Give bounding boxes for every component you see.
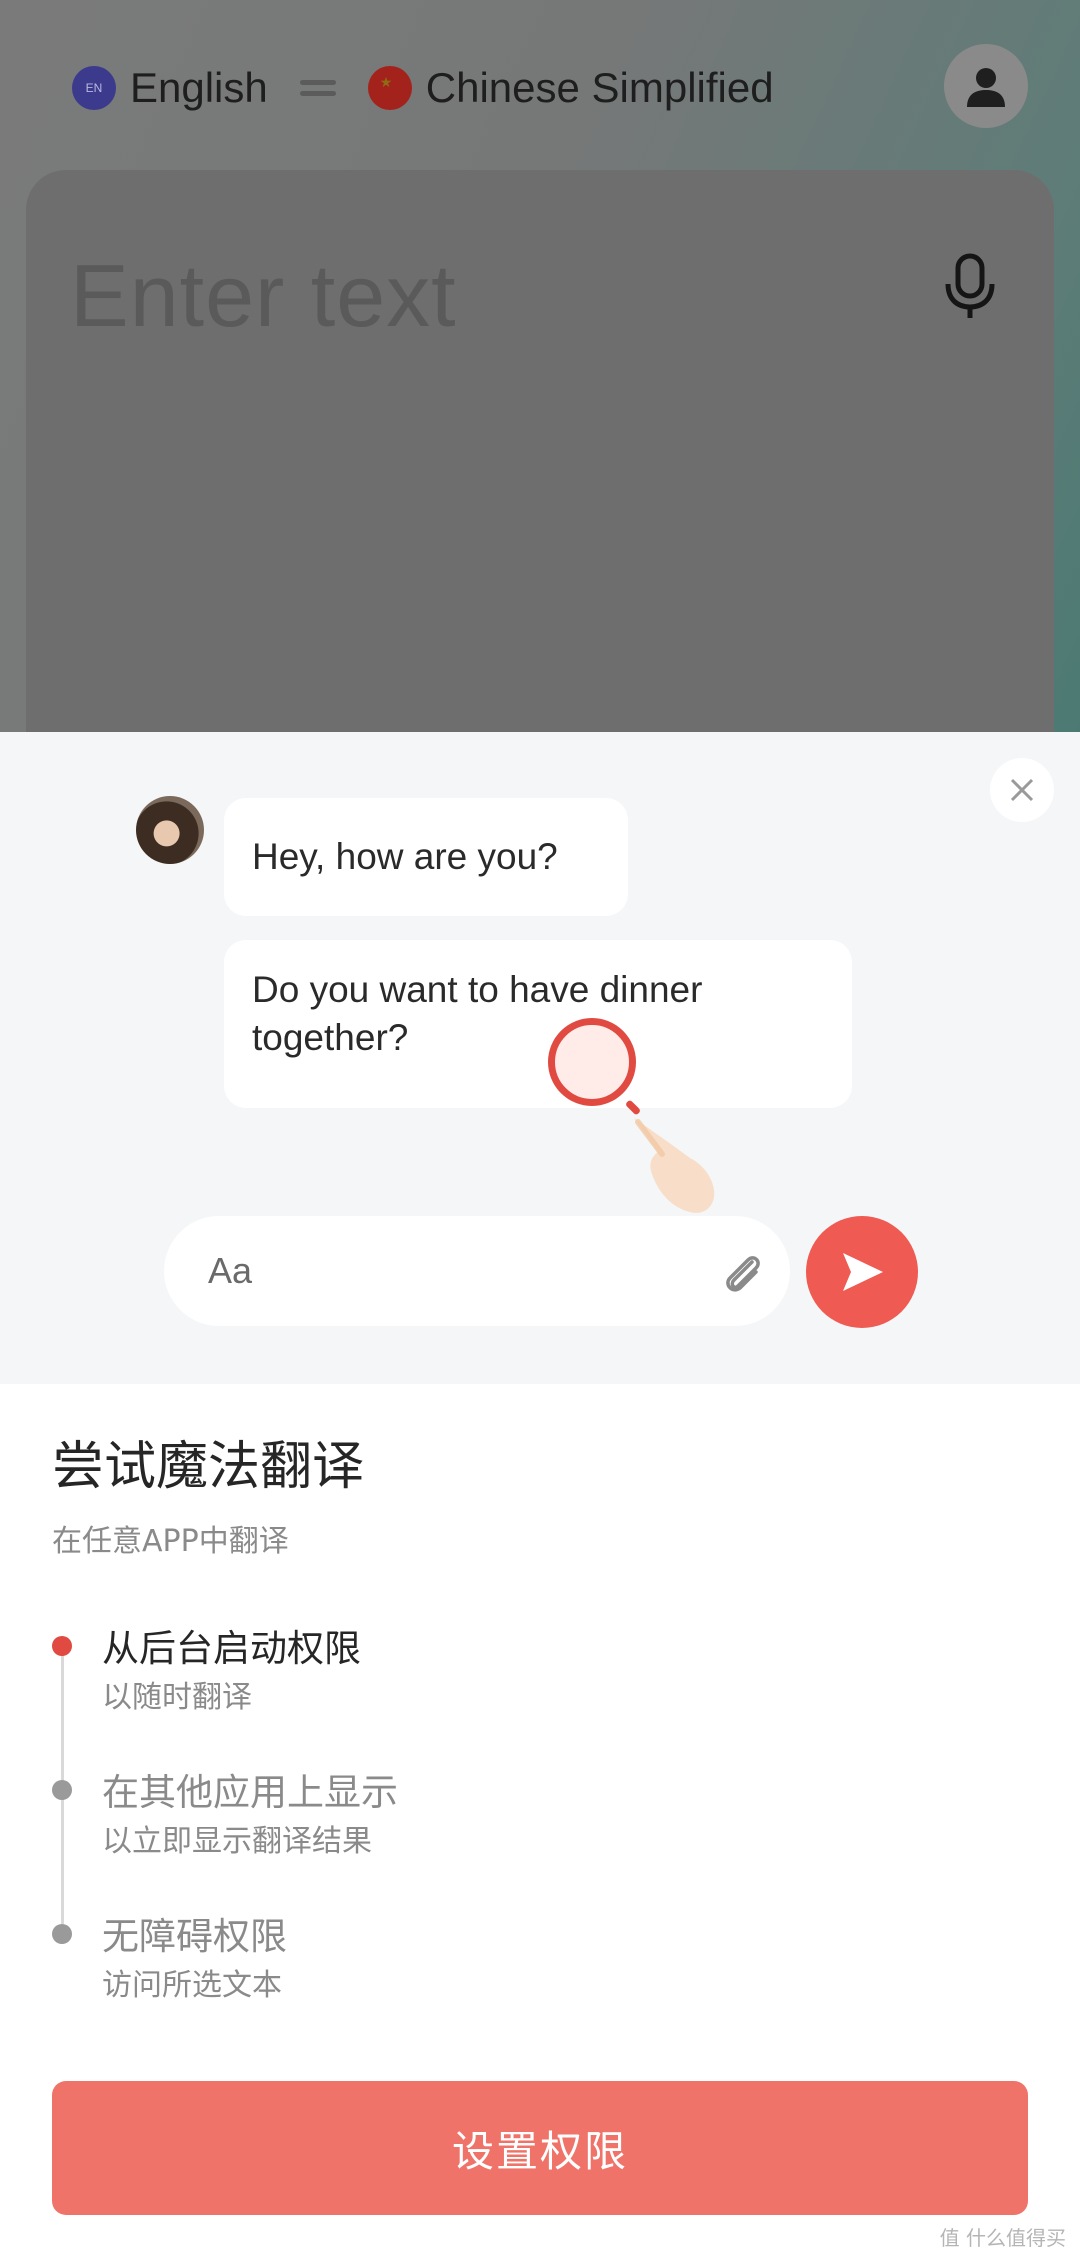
magnifier-icon (548, 1018, 636, 1106)
demo-illustration: Hey, how are you? Do you want to have di… (0, 732, 1080, 1384)
microphone-icon[interactable] (940, 252, 1000, 322)
chat-avatar (136, 796, 204, 864)
profile-button[interactable] (944, 44, 1028, 128)
step-1-title: 从后台启动权限 (102, 1627, 361, 1670)
sheet-subtitle: 在任意APP中翻译 (52, 1524, 289, 1559)
language-bar: English Chinese Simplified (72, 40, 1030, 136)
target-language-label: Chinese Simplified (425, 64, 774, 111)
chat-message-2: Do you want to have dinner together? (252, 969, 703, 1058)
send-icon (843, 1253, 883, 1291)
close-button[interactable] (990, 758, 1054, 822)
set-permission-button[interactable]: 设置权限 (52, 2081, 1028, 2215)
text-input-placeholder: Enter text (70, 246, 457, 345)
step-1-dot-icon (52, 1636, 72, 1656)
china-flag-icon (367, 66, 412, 110)
chat-bubble-2: Do you want to have dinner together? (224, 940, 852, 1108)
close-icon (1010, 778, 1034, 802)
source-language-label: English (130, 64, 268, 111)
profile-icon (967, 68, 1005, 107)
step-2-title: 在其他应用上显示 (102, 1771, 398, 1814)
source-language-selector[interactable]: English (72, 64, 268, 112)
chat-bubble-1: Hey, how are you? (224, 798, 628, 916)
hand-pointer-icon (634, 1118, 715, 1213)
step-3-desc: 访问所选文本 (102, 1968, 282, 2003)
paperclip-icon[interactable] (718, 1248, 768, 1298)
step-2-dot-icon (52, 1780, 72, 1800)
english-flag-icon (72, 66, 116, 110)
step-2-desc: 以立即显示翻译结果 (102, 1824, 372, 1859)
sheet-title: 尝试魔法翻译 (52, 1437, 365, 1497)
step-3-title: 无障碍权限 (102, 1915, 287, 1958)
target-language-selector[interactable]: Chinese Simplified (367, 64, 774, 112)
step-1-desc: 以随时翻译 (102, 1680, 252, 1715)
chat-message-1: Hey, how are you? (252, 836, 558, 877)
translator-home-dimmed: English Chinese Simplified Enter text (0, 0, 1080, 740)
permission-bottom-sheet: Hey, how are you? Do you want to have di… (0, 732, 1080, 2263)
send-button[interactable] (806, 1216, 918, 1328)
compose-input-placeholder: Aa (208, 1250, 253, 1291)
step-3-dot-icon (52, 1924, 72, 1944)
watermark: 值 什么值得买 (939, 2226, 1066, 2250)
swap-icon[interactable] (296, 73, 340, 103)
compose-bar[interactable]: Aa (164, 1216, 790, 1326)
